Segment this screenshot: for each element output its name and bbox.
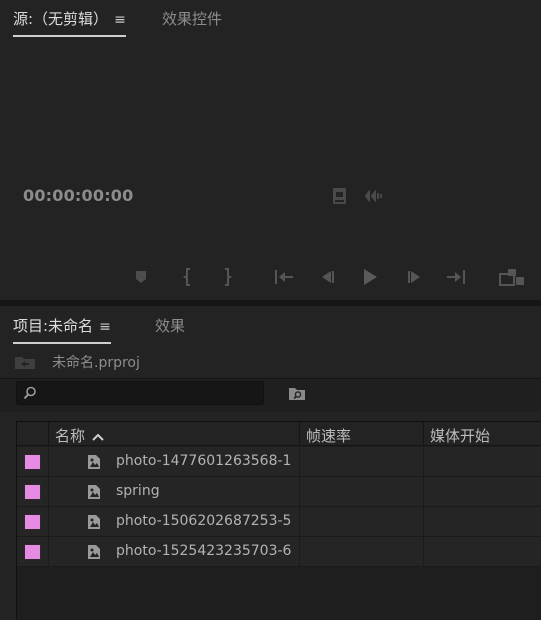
cell-separator <box>48 507 49 537</box>
column-separator[interactable] <box>48 422 49 446</box>
mark-out-button[interactable] <box>215 265 239 289</box>
still-image-icon <box>88 485 100 499</box>
find-in-bin-icon[interactable] <box>288 385 306 401</box>
go-to-in-icon <box>275 270 293 284</box>
cell-separator <box>48 477 49 507</box>
step-forward-icon <box>408 271 420 283</box>
column-header-name[interactable]: 名称 <box>55 425 105 446</box>
still-image-icon <box>88 455 100 469</box>
cell-separator <box>423 477 424 507</box>
item-name: photo-1477601263568-180 <box>116 453 292 469</box>
export-frame-icon <box>499 269 524 286</box>
cell-separator <box>299 537 300 567</box>
project-panel-tabs: 项目:未命名 ≡ 效果 <box>0 306 541 346</box>
playhead-timecode[interactable]: 00:00:00:00 <box>23 186 133 205</box>
export-frame-button[interactable] <box>498 265 526 289</box>
go-to-out-button[interactable] <box>444 265 468 289</box>
source-monitor-panel: 源:（无剪辑） ≡ 效果控件 00:00:00:00 <box>0 0 541 300</box>
table-row[interactable]: spring <box>17 477 541 507</box>
go-to-in-button[interactable] <box>272 265 296 289</box>
play-icon <box>364 269 377 285</box>
panel-menu-icon[interactable]: ≡ <box>114 12 126 28</box>
transport-controls <box>0 265 541 289</box>
tab-source[interactable]: 源:（无剪辑） ≡ <box>13 8 126 37</box>
tab-source-label: 源:（无剪辑） <box>13 10 109 28</box>
label-color-swatch[interactable] <box>24 484 41 500</box>
table-row[interactable]: photo-1477601263568-180 <box>17 447 541 477</box>
cell-separator <box>299 447 300 477</box>
cell-separator <box>423 537 424 567</box>
cell-separator <box>48 537 49 567</box>
tab-project-label: 项目:未命名 <box>13 317 94 335</box>
sort-ascending-icon <box>92 433 104 441</box>
cell-separator <box>423 507 424 537</box>
tab-effect-controls-label: 效果控件 <box>162 10 223 28</box>
item-name: photo-1506202687253-52e <box>116 513 292 529</box>
drag-audio-only-icon[interactable] <box>364 190 384 202</box>
drag-video-only-icon[interactable] <box>332 187 347 205</box>
mark-out-icon <box>225 268 233 286</box>
active-tab-underline <box>13 342 111 344</box>
mark-in-button[interactable] <box>176 265 200 289</box>
step-back-button[interactable] <box>315 265 339 289</box>
label-color-swatch[interactable] <box>24 514 41 530</box>
cell-separator <box>299 477 300 507</box>
project-path: 未命名.prproj <box>14 352 140 372</box>
table-header: 名称 帧速率 媒体开始 <box>17 422 541 446</box>
project-items-table: 名称 帧速率 媒体开始 photo-1477601263568-180 spri… <box>16 421 541 620</box>
label-color-swatch[interactable] <box>24 454 41 470</box>
column-separator[interactable] <box>423 422 424 446</box>
tab-project[interactable]: 项目:未命名 ≡ <box>13 315 111 344</box>
bin-up-icon[interactable] <box>14 354 36 370</box>
add-marker-icon <box>136 271 146 283</box>
cell-separator <box>423 447 424 477</box>
column-separator[interactable] <box>299 422 300 446</box>
table-row[interactable]: photo-1525423235703-6c28 <box>17 537 541 567</box>
go-to-out-icon <box>447 270 465 284</box>
column-header-media-start[interactable]: 媒体开始 <box>430 425 490 446</box>
play-button[interactable] <box>358 265 382 289</box>
tab-effect-controls[interactable]: 效果控件 <box>162 8 222 29</box>
step-back-icon <box>322 271 334 283</box>
label-color-swatch[interactable] <box>24 544 41 560</box>
search-icon <box>23 386 36 400</box>
item-name: photo-1525423235703-6c28 <box>116 543 292 559</box>
add-marker-button[interactable] <box>129 265 153 289</box>
project-file-name: 未命名.prproj <box>52 355 140 371</box>
tab-effects-label: 效果 <box>155 317 186 335</box>
table-row[interactable]: photo-1506202687253-52e <box>17 507 541 537</box>
mark-in-icon <box>182 268 190 286</box>
tab-effects[interactable]: 效果 <box>155 315 185 336</box>
step-forward-button[interactable] <box>403 265 427 289</box>
column-header-frame-rate[interactable]: 帧速率 <box>306 425 351 446</box>
search-input[interactable] <box>43 384 253 402</box>
search-field[interactable] <box>16 381 264 405</box>
still-image-icon <box>88 545 100 559</box>
cell-separator <box>299 507 300 537</box>
project-panel: 项目:未命名 ≡ 效果 未命名.prproj 名称 帧速率 媒体开始 photo… <box>0 306 541 620</box>
panel-menu-icon[interactable]: ≡ <box>99 319 111 335</box>
column-name-label: 名称 <box>55 427 86 445</box>
still-image-icon <box>88 515 100 529</box>
active-tab-underline <box>13 35 126 37</box>
item-name: spring <box>116 483 160 499</box>
cell-separator <box>48 447 49 477</box>
source-panel-tabs: 源:（无剪辑） ≡ 效果控件 <box>0 0 541 37</box>
